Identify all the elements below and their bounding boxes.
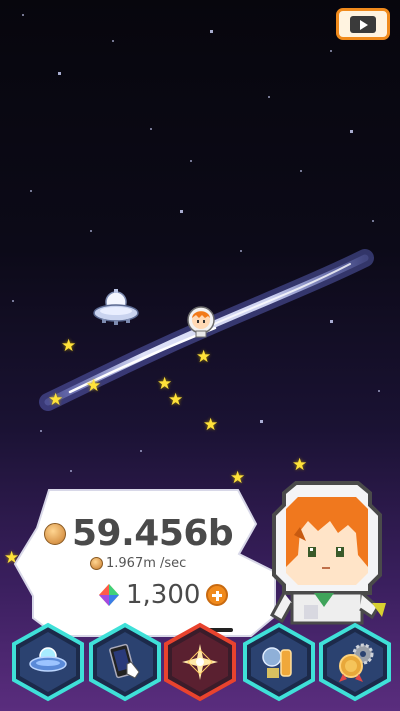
game-screen[interactable]: ★ ★ ★ ★ ★ ★ ★ ★ ★ ★ 59.456b 1.967m /sec … — [0, 0, 400, 711]
ufo-sprite[interactable] — [92, 286, 140, 330]
starburst-icon — [182, 644, 218, 680]
coin-total: 59.456b — [72, 513, 234, 554]
star-icon: ★ — [86, 376, 102, 396]
nav-button-achievements[interactable] — [318, 622, 392, 702]
ufo-icon — [29, 647, 67, 672]
astronaut-sprite[interactable] — [186, 306, 216, 338]
bottom-nav — [0, 622, 400, 711]
nav-button-galaxy[interactable] — [163, 622, 237, 702]
star-icon: ★ — [168, 390, 184, 410]
medal-gear-icon — [339, 643, 374, 682]
coin-total-row: 59.456b — [44, 513, 234, 554]
star-icon: ★ — [230, 468, 246, 488]
gem-count: 1,300 — [126, 580, 201, 610]
nav-button-ufo[interactable] — [11, 622, 85, 702]
star-icon: ★ — [61, 336, 77, 356]
astronaut-character[interactable] — [264, 475, 390, 625]
star-icon: ★ — [203, 415, 219, 435]
coin-icon — [90, 557, 103, 570]
coin-rate: 1.967m /sec — [106, 556, 187, 571]
coin-rate-row: 1.967m /sec — [90, 556, 186, 571]
video-ad-icon — [350, 15, 376, 33]
gem-row: 1,300 — [98, 580, 229, 610]
star-icon: ★ — [48, 390, 64, 410]
star-icon: ★ — [196, 347, 212, 367]
star-icon: ★ — [292, 455, 308, 475]
items-icon — [262, 647, 292, 678]
nav-button-items[interactable] — [242, 622, 316, 702]
coin-icon — [44, 522, 66, 545]
rainbow-gem-icon — [99, 584, 119, 606]
video-ad-button[interactable] — [336, 8, 390, 40]
phone-tap-icon — [109, 643, 140, 679]
nav-button-phone[interactable] — [88, 622, 162, 702]
add-gems-button[interactable] — [206, 584, 229, 606]
